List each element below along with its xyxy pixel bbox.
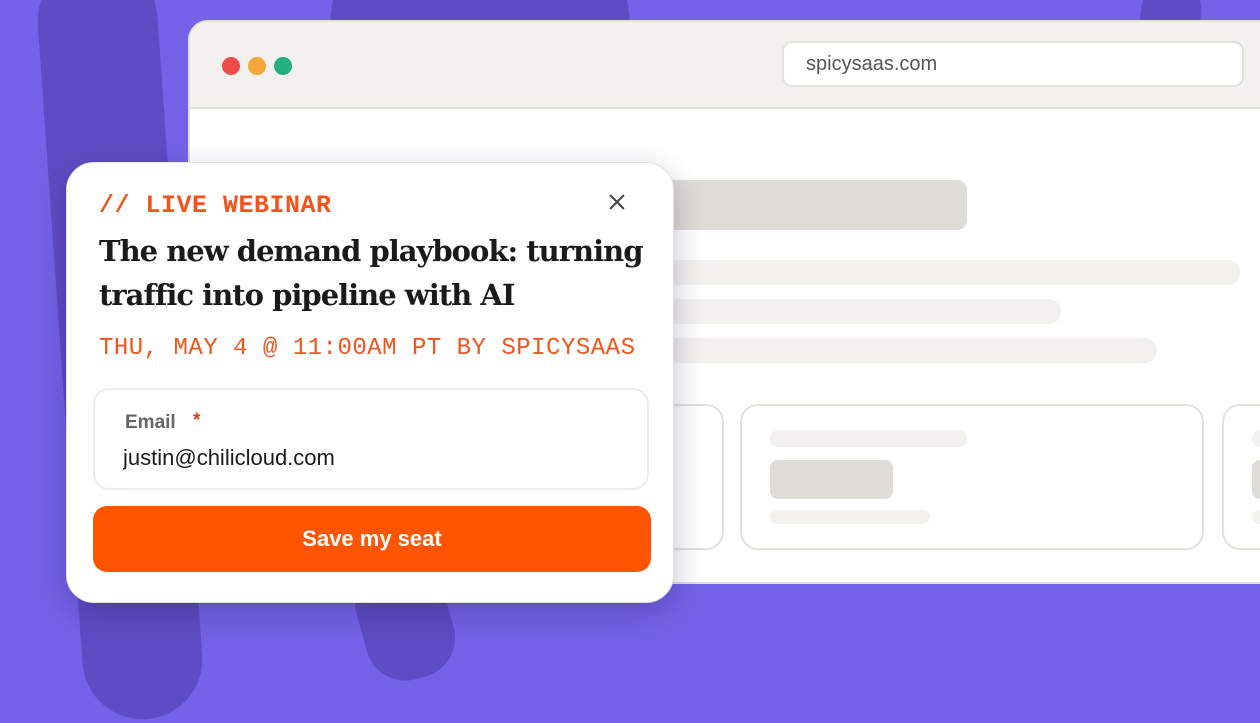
placeholder-card [740,404,1204,550]
required-indicator: * [193,410,201,431]
placeholder-line [770,510,930,524]
placeholder-line [610,338,1157,363]
email-field[interactable]: Email * [93,388,649,490]
placeholder-card [1222,404,1260,550]
placeholder-line [610,260,1240,285]
close-icon[interactable] [601,187,633,219]
eyebrow-label: // LIVE WEBINAR [99,191,332,220]
address-bar[interactable]: spicysaas.com [782,41,1244,87]
window-maximize-dot[interactable] [274,57,292,75]
placeholder-line [610,299,1061,324]
window-close-dot[interactable] [222,57,240,75]
window-minimize-dot[interactable] [248,57,266,75]
email-label: Email [125,412,176,433]
event-datetime: THU, MAY 4 @ 11:00AM PT BY SPICYSAAS [99,335,636,362]
save-my-seat-button[interactable]: Save my seat [93,506,651,572]
email-input[interactable] [123,442,623,474]
webinar-signup-modal: // LIVE WEBINAR The new demand playbook:… [66,162,674,603]
placeholder-line [1252,430,1260,447]
placeholder-block [770,460,893,499]
browser-toolbar: spicysaas.com [190,22,1260,109]
modal-headline: The new demand playbook: turning traffic… [99,234,643,312]
placeholder-line [1252,510,1260,524]
placeholder-line [770,430,967,447]
placeholder-block [1252,460,1260,499]
